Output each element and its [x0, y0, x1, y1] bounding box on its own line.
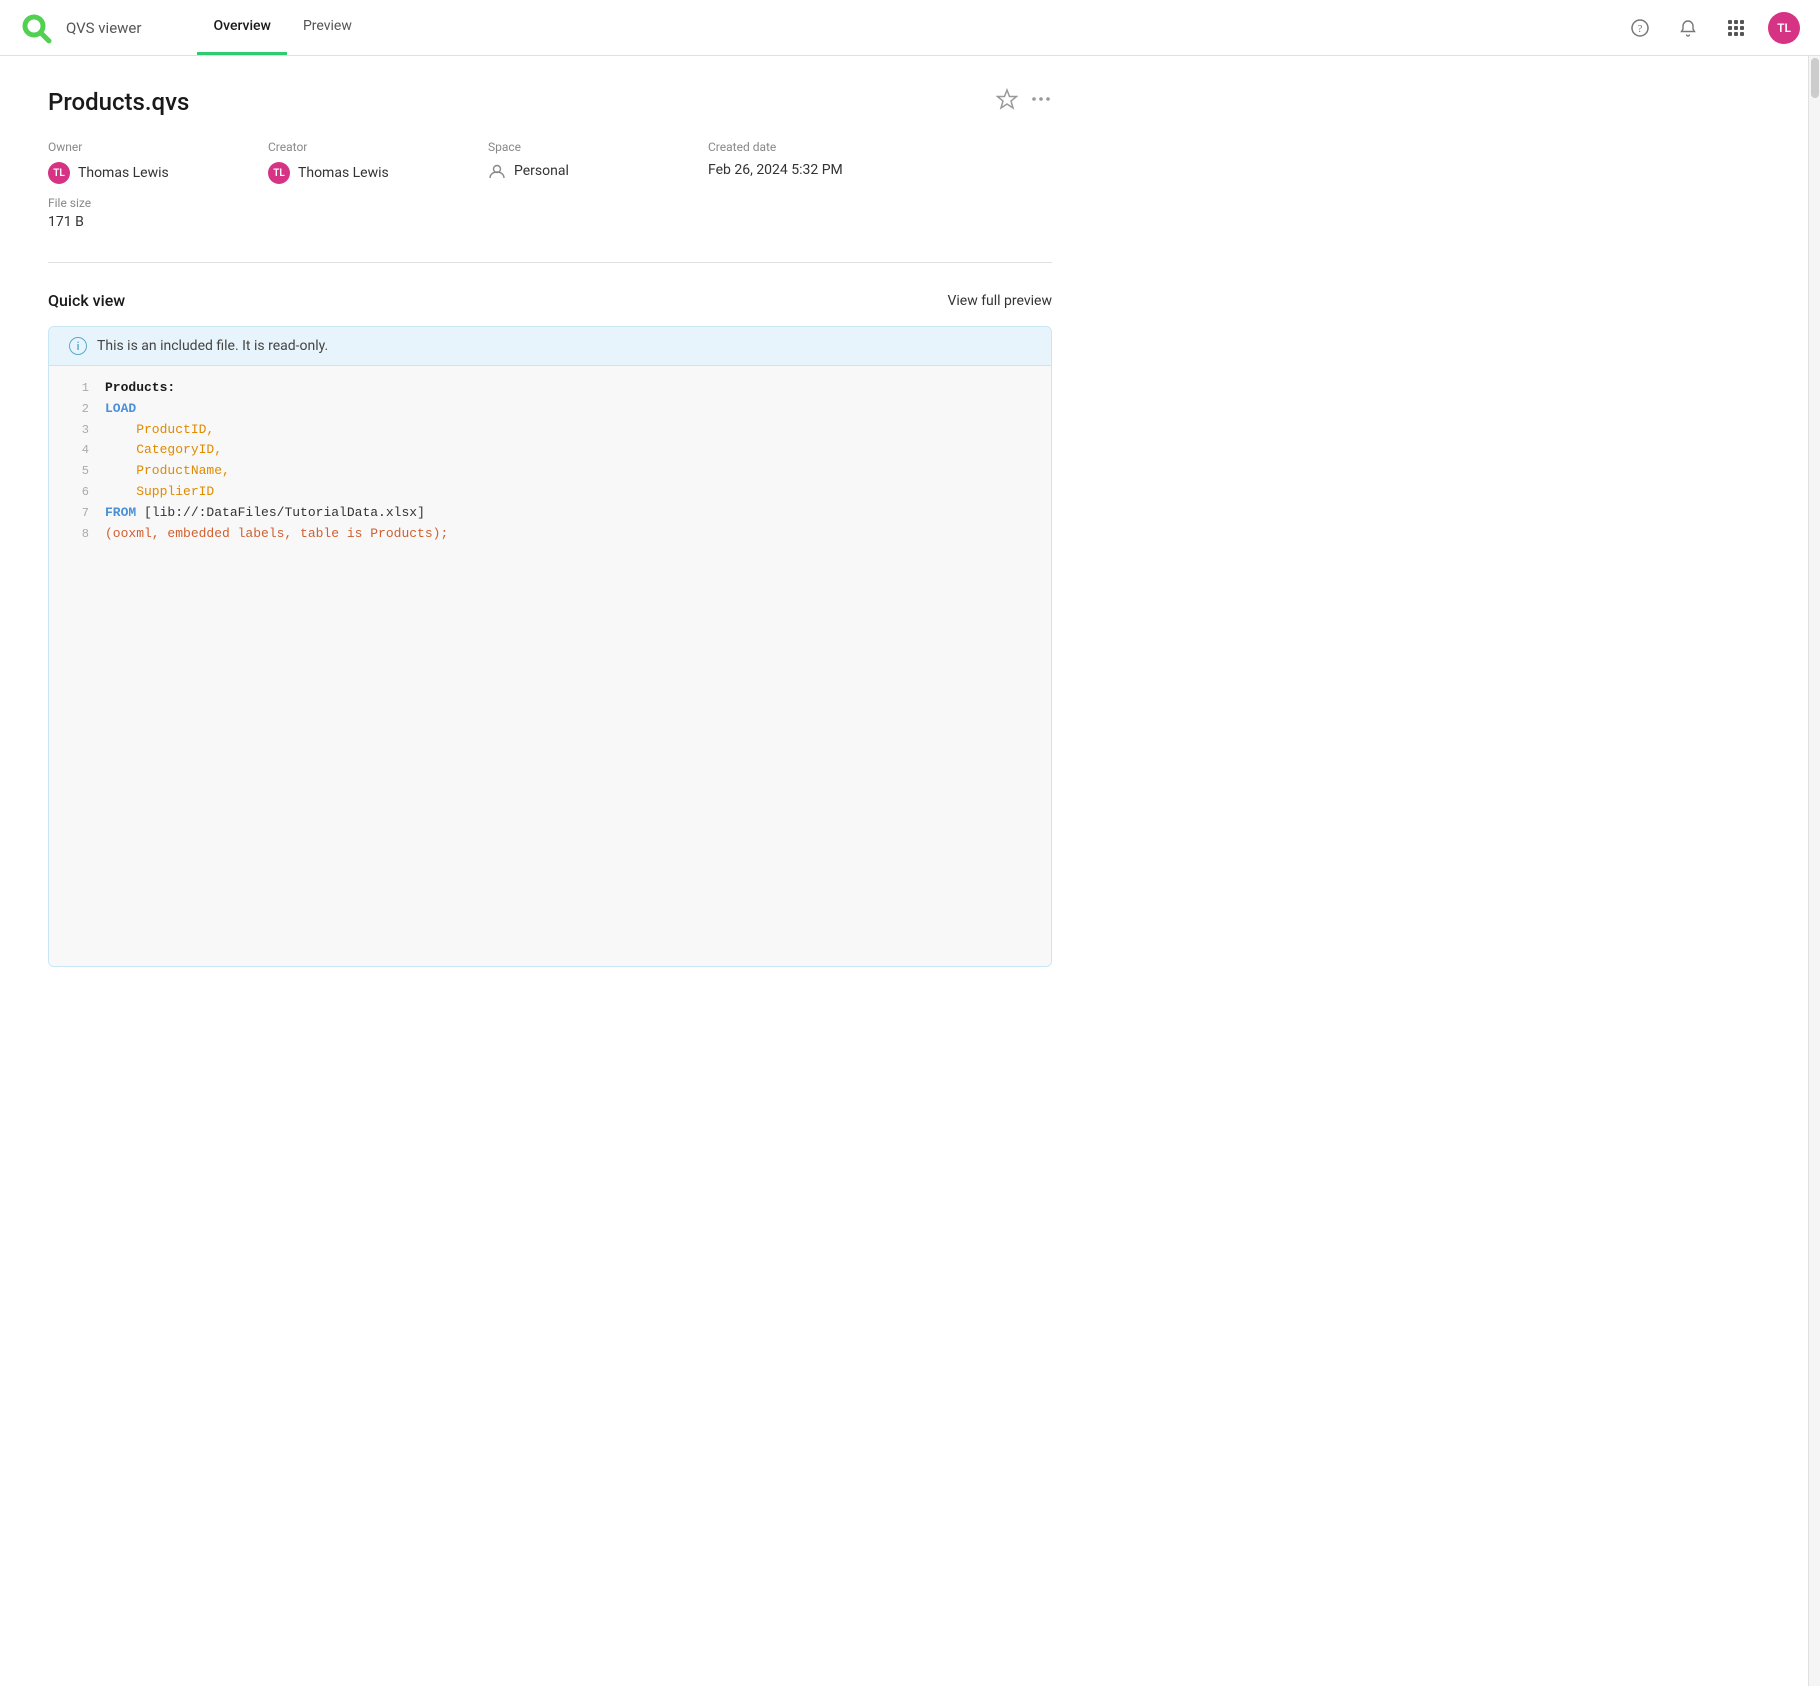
- line-num-6: 6: [65, 482, 89, 502]
- code-line-4: 4 CategoryID,: [49, 440, 1051, 461]
- file-title: Products.qvs: [48, 88, 996, 116]
- code-line-7: 7 FROM [lib://:DataFiles/TutorialData.xl…: [49, 503, 1051, 524]
- code-editor: 1 Products: 2 LOAD 3 ProductID, 4 Catego…: [49, 366, 1051, 966]
- code-line-1: 1 Products:: [49, 378, 1051, 399]
- read-only-banner: i This is an included file. It is read-o…: [49, 327, 1051, 366]
- main-content: Products.qvs Owner TL Thomas Lewi: [0, 56, 1100, 999]
- code-token-2-1: LOAD: [105, 399, 136, 420]
- apps-button[interactable]: [1720, 12, 1752, 44]
- creator-value: TL Thomas Lewis: [268, 162, 488, 184]
- file-size-label: File size: [48, 196, 1052, 210]
- owner-value: TL Thomas Lewis: [48, 162, 268, 184]
- line-num-3: 3: [65, 420, 89, 440]
- qlik-logo-icon: [20, 10, 56, 46]
- code-token-5-1: ProductName,: [105, 461, 230, 482]
- owner-name: Thomas Lewis: [78, 165, 169, 181]
- logo[interactable]: QVS viewer: [20, 10, 173, 46]
- meta-owner: Owner TL Thomas Lewis: [48, 140, 268, 184]
- line-num-2: 2: [65, 399, 89, 419]
- created-date-label: Created date: [708, 140, 968, 154]
- code-token-3-1: ProductID,: [105, 420, 214, 441]
- line-num-1: 1: [65, 378, 89, 398]
- space-name: Personal: [514, 163, 569, 179]
- file-title-row: Products.qvs: [48, 88, 1052, 116]
- code-token-4-1: CategoryID,: [105, 440, 222, 461]
- space-value: Personal: [488, 162, 708, 180]
- code-token-7-1: FROM [lib://:DataFiles/TutorialData.xlsx…: [105, 503, 425, 524]
- meta-created-date: Created date Feb 26, 2024 5:32 PM: [708, 140, 968, 184]
- tab-overview[interactable]: Overview: [197, 0, 286, 55]
- star-icon: [996, 88, 1018, 110]
- file-size-value: 171 B: [48, 214, 1052, 230]
- favorite-button[interactable]: [996, 88, 1018, 116]
- info-icon: i: [69, 337, 87, 355]
- grid-icon: [1728, 20, 1744, 36]
- view-full-preview-link[interactable]: View full preview: [947, 293, 1052, 309]
- created-date-text: Feb 26, 2024 5:32 PM: [708, 162, 843, 178]
- nav-tabs: Overview Preview: [197, 0, 367, 55]
- scrollbar-thumb[interactable]: [1811, 58, 1819, 98]
- code-token-1-1: Products:: [105, 378, 175, 399]
- creator-avatar: TL: [268, 162, 290, 184]
- title-actions: [996, 88, 1052, 116]
- code-line-3: 3 ProductID,: [49, 420, 1051, 441]
- creator-name: Thomas Lewis: [298, 165, 389, 181]
- tab-preview[interactable]: Preview: [287, 0, 368, 55]
- navbar-actions: ? TL: [1624, 12, 1800, 44]
- app-title: QVS viewer: [66, 19, 141, 37]
- owner-label: Owner: [48, 140, 268, 154]
- more-icon: [1030, 88, 1052, 110]
- line-num-4: 4: [65, 440, 89, 460]
- notifications-button[interactable]: [1672, 12, 1704, 44]
- line-num-5: 5: [65, 461, 89, 481]
- space-icon: [488, 162, 506, 180]
- scrollbar-track[interactable]: [1808, 56, 1820, 1686]
- help-icon: ?: [1631, 19, 1649, 37]
- line-num-7: 7: [65, 503, 89, 523]
- line-num-8: 8: [65, 524, 89, 544]
- section-divider: [48, 262, 1052, 263]
- meta-info-grid: Owner TL Thomas Lewis Creator TL Thomas …: [48, 140, 1052, 184]
- svg-text:?: ?: [1638, 23, 1643, 35]
- code-line-5: 5 ProductName,: [49, 461, 1051, 482]
- bell-icon: [1679, 19, 1697, 37]
- user-avatar[interactable]: TL: [1768, 12, 1800, 44]
- owner-avatar: TL: [48, 162, 70, 184]
- meta-space: Space Personal: [488, 140, 708, 184]
- created-date-value: Feb 26, 2024 5:32 PM: [708, 162, 968, 178]
- code-panel: i This is an included file. It is read-o…: [48, 326, 1052, 967]
- navbar: QVS viewer Overview Preview ? TL: [0, 0, 1820, 56]
- code-line-8: 8 (ooxml, embedded labels, table is Prod…: [49, 524, 1051, 545]
- quickview-header: Quick view View full preview: [48, 291, 1052, 310]
- code-line-2: 2 LOAD: [49, 399, 1051, 420]
- code-token-8-1: (ooxml, embedded labels, table is Produc…: [105, 524, 448, 545]
- banner-text: This is an included file. It is read-onl…: [97, 338, 328, 354]
- creator-label: Creator: [268, 140, 488, 154]
- quickview-title: Quick view: [48, 291, 125, 310]
- meta-creator: Creator TL Thomas Lewis: [268, 140, 488, 184]
- file-size-section: File size 171 B: [48, 196, 1052, 230]
- help-button[interactable]: ?: [1624, 12, 1656, 44]
- code-token-6-1: SupplierID: [105, 482, 214, 503]
- more-options-button[interactable]: [1030, 88, 1052, 116]
- code-line-6: 6 SupplierID: [49, 482, 1051, 503]
- space-label: Space: [488, 140, 708, 154]
